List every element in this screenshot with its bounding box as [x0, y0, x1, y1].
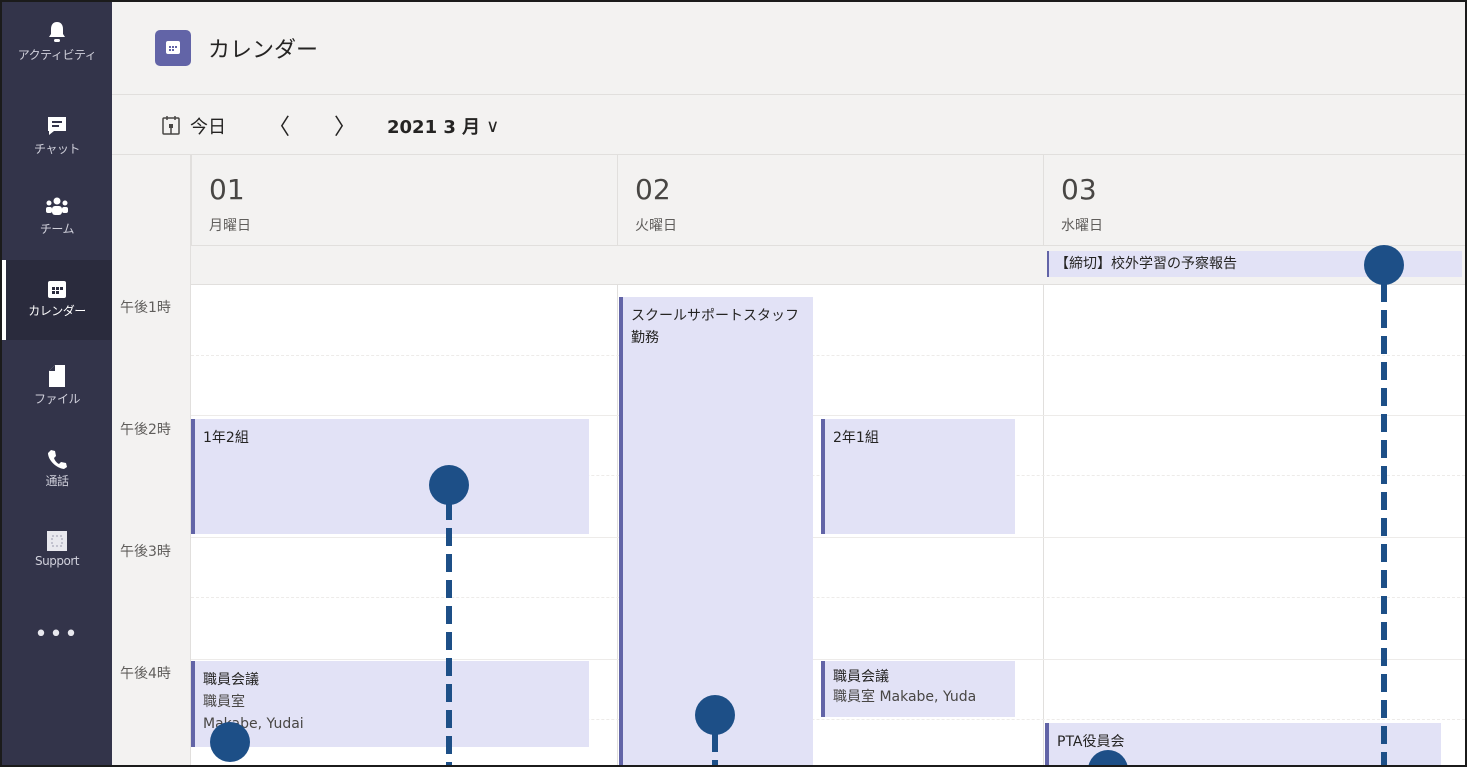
- half-hour-line: [191, 597, 1465, 598]
- day-header[interactable]: 01 月曜日: [191, 155, 617, 245]
- annotation-marker: [429, 465, 469, 505]
- rail-label: アクティビティ: [17, 48, 97, 62]
- event-card[interactable]: 2年1組: [821, 419, 1015, 534]
- calendar-today-icon: [162, 116, 180, 135]
- day-number: 01: [209, 173, 245, 206]
- annotation-marker: [695, 695, 735, 735]
- app-header: カレンダー: [112, 2, 1465, 95]
- day-header[interactable]: 03 水曜日: [1043, 155, 1465, 245]
- event-title: 職員会議: [833, 669, 889, 685]
- day-name: 火曜日: [635, 218, 677, 234]
- hour-line: [191, 537, 1465, 538]
- calendar-app-icon: [155, 30, 191, 66]
- day-header[interactable]: 02 火曜日: [617, 155, 1043, 245]
- annotation-dashed-line: [1381, 284, 1387, 765]
- teams-icon: [46, 197, 68, 215]
- event-card[interactable]: 1年2組: [191, 419, 589, 534]
- calendar-toolbar: 今日 〈 〉 2021 3 月 ∨: [112, 95, 1465, 155]
- app-rail: アクティビティ チャット チーム カレンダー ファイル 通話 Support •…: [2, 2, 112, 765]
- today-label: 今日: [190, 117, 226, 138]
- rail-item-activity[interactable]: アクティビティ: [2, 2, 112, 82]
- file-icon: [49, 365, 65, 387]
- event-location: 職員室: [203, 694, 245, 710]
- annotation-marker: [1364, 245, 1404, 285]
- rail-label: Support: [35, 554, 79, 568]
- chevron-down-icon: ∨: [486, 115, 500, 137]
- event-card[interactable]: 職員会議 職員室 Makabe, Yudai: [191, 661, 589, 747]
- rail-item-support[interactable]: Support: [2, 522, 112, 602]
- event-organizer: Makabe, Yudai: [203, 716, 304, 732]
- calendar-icon: [48, 281, 66, 298]
- app-square-icon: [47, 531, 67, 551]
- day-divider: [617, 285, 618, 765]
- phone-icon: [48, 450, 67, 469]
- hour-label: 午後3時: [120, 544, 171, 560]
- day-number: 02: [635, 173, 671, 206]
- bell-icon: [49, 22, 65, 42]
- event-title: 1年2組: [203, 430, 249, 446]
- hour-label: 午後4時: [120, 666, 171, 682]
- page-title: カレンダー: [208, 38, 319, 63]
- chat-icon: [48, 117, 66, 135]
- rail-item-files[interactable]: ファイル: [2, 356, 112, 436]
- event-title: 職員会議: [203, 672, 259, 688]
- rail-item-chat[interactable]: チャット: [2, 102, 112, 182]
- month-picker[interactable]: 2021 3 月 ∨: [387, 113, 499, 139]
- rail-item-teams[interactable]: チーム: [2, 182, 112, 262]
- day-name: 月曜日: [209, 218, 251, 234]
- annotation-dashed-line: [712, 734, 718, 765]
- event-title: 2年1組: [833, 430, 879, 446]
- half-hour-line: [191, 355, 1465, 356]
- hour-line: [191, 415, 1465, 416]
- annotation-marker: [210, 722, 250, 762]
- event-card[interactable]: 職員会議 職員室 Makabe, Yuda: [821, 661, 1015, 717]
- event-location: 職員室 Makabe, Yuda: [833, 689, 977, 705]
- more-apps-button[interactable]: •••: [2, 622, 112, 647]
- rail-label: 通話: [45, 474, 69, 488]
- today-button[interactable]: 今日: [160, 113, 226, 139]
- rail-label: チーム: [39, 222, 75, 236]
- hour-label: 午後2時: [120, 422, 171, 438]
- rail-label: ファイル: [33, 392, 81, 406]
- calendar-grid: 01 月曜日 02 火曜日 03 水曜日 【締切】校外学習の予察報告 午後1時: [112, 155, 1465, 765]
- rail-label: カレンダー: [28, 304, 86, 318]
- rail-label: チャット: [34, 142, 80, 156]
- day-divider: [1043, 285, 1044, 765]
- hour-label: 午後1時: [120, 300, 171, 316]
- all-day-row: 【締切】校外学習の予察報告: [191, 245, 1465, 285]
- rail-item-calendar[interactable]: カレンダー: [2, 260, 112, 340]
- teams-window: アクティビティ チャット チーム カレンダー ファイル 通話 Support •…: [0, 0, 1467, 767]
- previous-button[interactable]: 〈: [268, 109, 290, 141]
- event-subtitle: 勤務: [631, 330, 659, 346]
- hour-line: [191, 659, 1465, 660]
- day-number: 03: [1061, 173, 1097, 206]
- event-title: PTA役員会: [1057, 734, 1125, 750]
- annotation-dashed-line: [446, 502, 452, 765]
- rail-item-calls[interactable]: 通話: [2, 438, 112, 518]
- day-name: 水曜日: [1061, 218, 1103, 234]
- next-button[interactable]: 〉: [334, 109, 356, 141]
- event-title: スクールサポートスタッフ: [631, 308, 799, 324]
- month-label: 2021 3 月: [387, 117, 481, 138]
